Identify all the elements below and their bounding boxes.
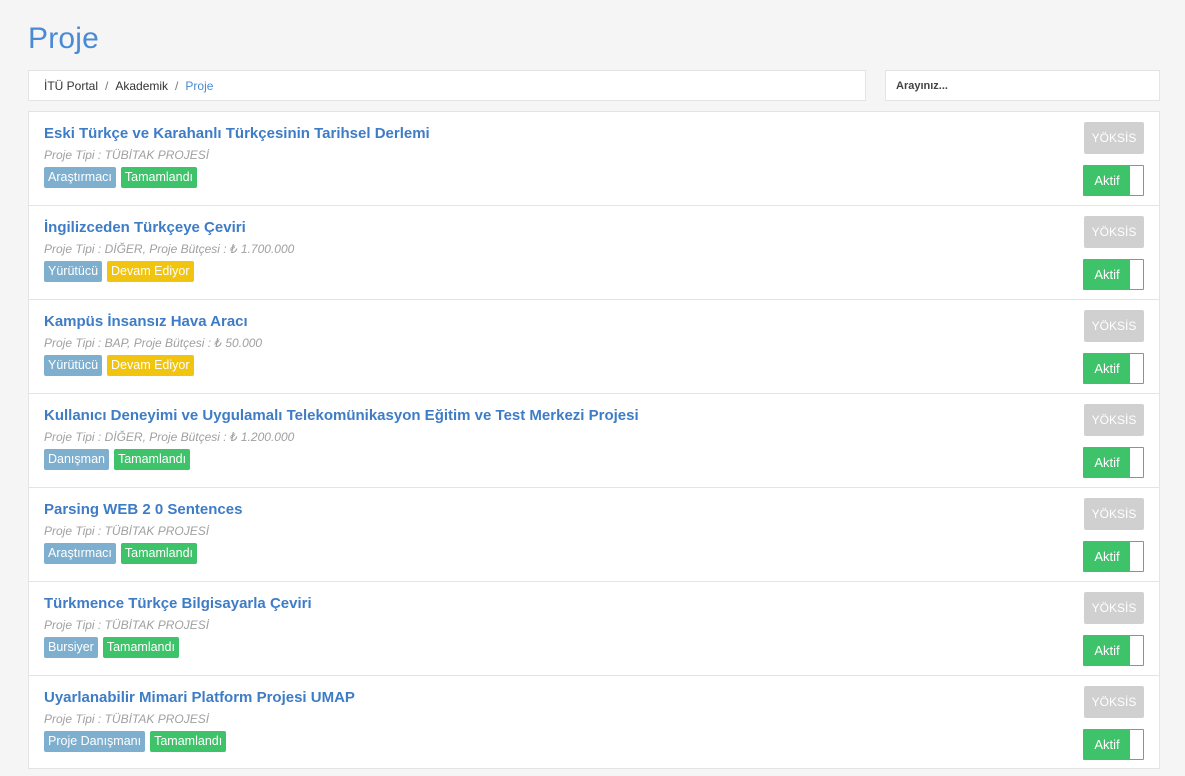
yoksis-button[interactable]: YÖKSİS [1084, 404, 1144, 436]
project-item: Eski Türkçe ve Karahanlı Türkçesinin Tar… [29, 112, 1159, 206]
role-badge: Yürütücü [44, 261, 103, 282]
project-labels: Yürütücü Devam Ediyor [44, 261, 1159, 282]
toggle-label: Aktif [1084, 542, 1130, 571]
project-meta: Proje Tipi : BAP, Proje Bütçesi : ₺ 50.0… [44, 336, 263, 350]
search-input[interactable] [885, 70, 1160, 101]
project-labels: Bursiyer Tamamlandı [44, 637, 1159, 658]
breadcrumb-item-proje: Proje [185, 78, 214, 93]
role-badge: Araştırmacı [44, 543, 116, 564]
status-badge: Devam Ediyor [107, 355, 194, 376]
status-badge: Tamamlandı [150, 731, 227, 752]
project-item: Kampüs İnsansız Hava Aracı Proje Tipi : … [29, 300, 1159, 394]
project-labels: Danışman Tamamlandı [44, 449, 1159, 470]
role-badge: Danışman [44, 449, 109, 470]
project-title-link[interactable]: Kampüs İnsansız Hava Aracı [44, 313, 248, 331]
project-labels: Proje Danışmanı Tamamlandı [44, 731, 1159, 752]
project-title-link[interactable]: Parsing WEB 2 0 Sentences [44, 501, 242, 519]
breadcrumb: İTÜ Portal / Akademik / Proje [28, 70, 866, 101]
status-badge: Tamamlandı [120, 167, 197, 188]
role-badge: Araştırmacı [44, 167, 116, 188]
toggle-label: Aktif [1084, 730, 1130, 759]
toggle-handle [1130, 260, 1143, 289]
breadcrumb-item-akademik[interactable]: Akademik [115, 79, 168, 93]
project-list: Eski Türkçe ve Karahanlı Türkçesinin Tar… [28, 111, 1160, 769]
project-meta: Proje Tipi : TÜBİTAK PROJESİ [44, 148, 210, 162]
toggle-label: Aktif [1084, 166, 1130, 195]
project-title-link[interactable]: İngilizceden Türkçeye Çeviri [44, 219, 246, 237]
breadcrumb-separator: / [175, 78, 179, 93]
active-toggle[interactable]: Aktif [1083, 353, 1144, 384]
project-title-link[interactable]: Kullanıcı Deneyimi ve Uygulamalı Telekom… [44, 407, 639, 425]
project-meta: Proje Tipi : TÜBİTAK PROJESİ [44, 524, 210, 538]
role-badge: Bursiyer [44, 637, 98, 658]
project-meta: Proje Tipi : DİĞER, Proje Bütçesi : ₺ 1.… [44, 430, 295, 444]
project-labels: Yürütücü Devam Ediyor [44, 355, 1159, 376]
project-labels: Araştırmacı Tamamlandı [44, 543, 1159, 564]
yoksis-button[interactable]: YÖKSİS [1084, 310, 1144, 342]
project-meta: Proje Tipi : TÜBİTAK PROJESİ [44, 712, 210, 726]
project-title-link[interactable]: Eski Türkçe ve Karahanlı Türkçesinin Tar… [44, 125, 430, 143]
role-badge: Yürütücü [44, 355, 103, 376]
active-toggle[interactable]: Aktif [1083, 729, 1144, 760]
breadcrumb-item-itu-portal[interactable]: İTÜ Portal [44, 79, 98, 93]
yoksis-button[interactable]: YÖKSİS [1084, 686, 1144, 718]
project-item: Türkmence Türkçe Bilgisayarla Çeviri Pro… [29, 582, 1159, 676]
status-badge: Tamamlandı [102, 637, 179, 658]
active-toggle[interactable]: Aktif [1083, 541, 1144, 572]
yoksis-button[interactable]: YÖKSİS [1084, 122, 1144, 154]
toggle-handle [1130, 448, 1143, 477]
project-item: Uyarlanabilir Mimari Platform Projesi UM… [29, 676, 1159, 768]
project-meta: Proje Tipi : DİĞER, Proje Bütçesi : ₺ 1.… [44, 242, 295, 256]
status-badge: Tamamlandı [113, 449, 191, 470]
project-item: Parsing WEB 2 0 Sentences Proje Tipi : T… [29, 488, 1159, 582]
active-toggle[interactable]: Aktif [1083, 635, 1144, 666]
toggle-handle [1130, 636, 1143, 665]
toggle-label: Aktif [1084, 636, 1130, 665]
yoksis-button[interactable]: YÖKSİS [1084, 592, 1144, 624]
status-badge: Tamamlandı [120, 543, 197, 564]
project-item: İngilizceden Türkçeye Çeviri Proje Tipi … [29, 206, 1159, 300]
toggle-handle [1130, 166, 1143, 195]
yoksis-button[interactable]: YÖKSİS [1084, 498, 1144, 530]
toggle-label: Aktif [1084, 260, 1130, 289]
toggle-handle [1130, 730, 1143, 759]
breadcrumb-separator: / [105, 78, 109, 93]
page: Proje İTÜ Portal / Akademik / Proje Eski… [0, 0, 1185, 776]
project-title-link[interactable]: Türkmence Türkçe Bilgisayarla Çeviri [44, 595, 312, 613]
project-labels: Araştırmacı Tamamlandı [44, 167, 1159, 188]
project-title-link[interactable]: Uyarlanabilir Mimari Platform Projesi UM… [44, 689, 355, 707]
active-toggle[interactable]: Aktif [1083, 447, 1144, 478]
toggle-handle [1130, 354, 1143, 383]
project-meta: Proje Tipi : TÜBİTAK PROJESİ [44, 618, 210, 632]
toggle-label: Aktif [1084, 354, 1130, 383]
project-item: Kullanıcı Deneyimi ve Uygulamalı Telekom… [29, 394, 1159, 488]
toggle-label: Aktif [1084, 448, 1130, 477]
active-toggle[interactable]: Aktif [1083, 165, 1144, 196]
toggle-handle [1130, 542, 1143, 571]
page-title: Proje [28, 22, 100, 55]
active-toggle[interactable]: Aktif [1083, 259, 1144, 290]
role-badge: Proje Danışmanı [44, 731, 146, 752]
status-badge: Devam Ediyor [107, 261, 194, 282]
yoksis-button[interactable]: YÖKSİS [1084, 216, 1144, 248]
